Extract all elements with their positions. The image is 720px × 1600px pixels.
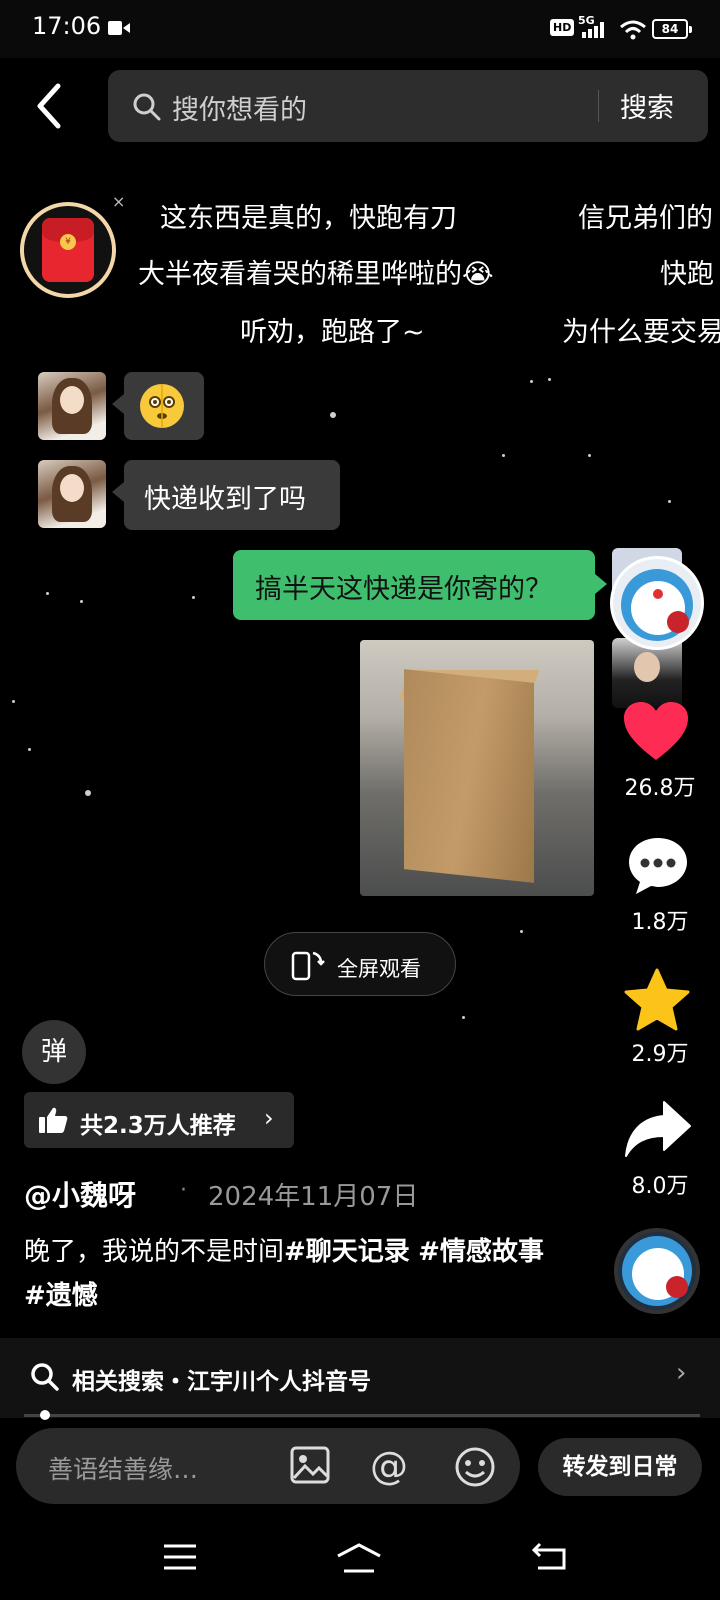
search-icon <box>31 1363 59 1391</box>
related-search-bar[interactable]: 相关搜索・江宇川个人抖音号 › <box>0 1338 720 1418</box>
red-packet-coin: ¥ <box>60 234 76 250</box>
video-progress-thumb[interactable] <box>40 1410 50 1420</box>
incoming-message-bubble <box>112 372 204 440</box>
hashtag[interactable]: #情感故事 <box>418 1237 544 1267</box>
at-mention-icon[interactable]: @ <box>370 1444 408 1488</box>
chevron-right-icon: › <box>264 1104 274 1132</box>
danmaku-comment: 听劝，跑路了~ <box>240 317 425 348</box>
back-arrow-icon <box>37 83 61 129</box>
comment-count: 1.8万 <box>631 910 689 935</box>
danmaku-comment: 为什么要交易 <box>562 317 720 348</box>
fullscreen-label: 全屏观看 <box>337 957 421 981</box>
shaking-face-emoji-icon <box>140 384 184 428</box>
search-divider <box>598 90 599 122</box>
forward-to-daily-button[interactable]: 转发到日常 <box>538 1438 702 1496</box>
outgoing-message-bubble: 搞半天这快递是你寄的？ <box>233 550 607 620</box>
signal-icon <box>582 22 604 38</box>
hashtag[interactable]: #聊天记录 <box>284 1237 410 1267</box>
danmaku-comment: 快跑 <box>660 259 714 290</box>
danmaku-comment: 大半夜看着哭的稀里哗啦的😭 <box>138 259 494 290</box>
share-count: 8.0万 <box>631 1174 689 1199</box>
return-nav-icon[interactable] <box>530 1540 568 1572</box>
share-icon[interactable] <box>624 1100 692 1158</box>
incoming-message-bubble: 快递收到了吗 <box>112 460 340 530</box>
search-input[interactable]: 搜你想看的 <box>172 88 307 127</box>
red-packet-close-button[interactable]: × <box>112 192 125 211</box>
post-date: 2024年11月07日 <box>208 1182 419 1212</box>
wifi-icon <box>620 20 646 40</box>
star-icon[interactable] <box>624 968 690 1032</box>
rotate-screen-icon <box>291 951 325 981</box>
recommend-pill[interactable]: 共2.3万人推荐 › <box>24 1092 294 1148</box>
heart-icon[interactable] <box>622 700 690 762</box>
search-icon <box>133 93 161 121</box>
smile-icon[interactable] <box>454 1446 496 1488</box>
red-packet-widget[interactable]: ¥ <box>20 202 116 298</box>
video-record-icon <box>108 21 130 35</box>
thumbs-up-icon <box>39 1107 68 1133</box>
hashtag[interactable]: #遗憾 <box>24 1281 98 1311</box>
video-progress-bar[interactable] <box>24 1414 700 1417</box>
status-bar: 17:06 HD 5G 84 <box>0 0 720 58</box>
back-button[interactable] <box>30 80 74 132</box>
related-search-label: 相关搜索・江宇川个人抖音号 <box>72 1369 371 1395</box>
image-icon[interactable] <box>290 1446 330 1484</box>
post-caption: 晚了，我说的不是时间#聊天记录 #情感故事 #遗憾 <box>24 1230 554 1318</box>
favorite-count: 2.9万 <box>631 1042 689 1067</box>
comment-placeholder: 善语结善缘… <box>48 1455 199 1484</box>
search-bar[interactable]: 搜你想看的 搜索 <box>108 70 708 142</box>
sender-avatar <box>38 460 106 528</box>
danmaku-comment: 信兄弟们的 <box>578 203 713 234</box>
sender-avatar <box>38 372 106 440</box>
message-text: 快递收到了吗 <box>144 484 306 515</box>
comment-input[interactable]: 善语结善缘… @ <box>16 1428 520 1504</box>
search-submit-button[interactable]: 搜索 <box>620 86 674 125</box>
danmaku-comment: 这东西是真的，快跑有刀 <box>160 203 457 234</box>
comment-icon[interactable] <box>626 834 690 898</box>
photo-message-cardboard-box[interactable] <box>360 640 594 896</box>
author-handle[interactable]: @小魏呀 <box>24 1174 136 1214</box>
message-text: 搞半天这快递是你寄的？ <box>255 574 552 605</box>
chevron-right-icon: › <box>676 1358 687 1388</box>
hd-badge: HD <box>550 19 575 36</box>
music-disc[interactable] <box>614 1228 700 1314</box>
meta-separator: · <box>180 1178 187 1203</box>
status-time: 17:06 <box>32 12 102 40</box>
battery-indicator: 84 <box>652 19 692 39</box>
fullscreen-button[interactable]: 全屏观看 <box>264 932 456 996</box>
caption-text: 晚了，我说的不是时间 <box>24 1237 285 1267</box>
creator-avatar[interactable] <box>610 556 704 650</box>
danmaku-toggle-button[interactable]: 弹 <box>22 1020 86 1084</box>
like-count: 26.8万 <box>624 776 696 801</box>
recommend-label: 共2.3万人推荐 <box>80 1113 236 1139</box>
home-nav-icon[interactable] <box>334 1542 384 1574</box>
red-packet-icon: ¥ <box>42 218 94 282</box>
menu-nav-icon[interactable] <box>162 1542 198 1572</box>
